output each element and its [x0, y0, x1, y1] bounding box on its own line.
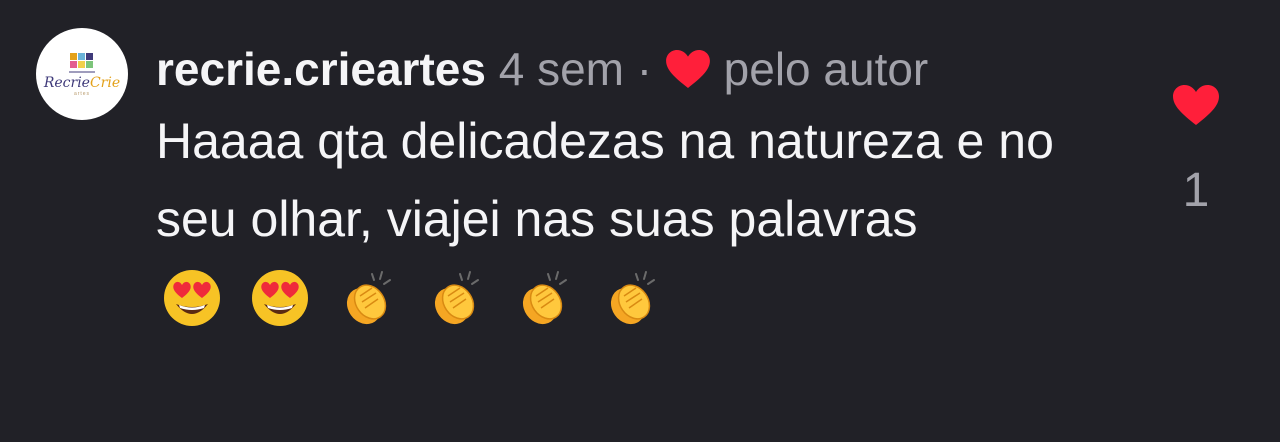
heart-icon [665, 49, 710, 89]
clapping-hands-emoji [522, 271, 567, 325]
liked-by-author-label: pelo autor [723, 43, 929, 95]
clapping-hands-emoji [434, 271, 479, 325]
avatar-logo-subtext: artes [73, 90, 91, 97]
clapping-hands-emoji [610, 271, 655, 325]
comment-text-content: Haaaa qta delicadezas na natureza e no s… [156, 113, 1054, 247]
separator-dot: · [636, 43, 653, 95]
like-count[interactable]: 1 [1166, 166, 1226, 216]
like-column: 1 [1166, 84, 1226, 216]
comment-header: recrie.crieartes 4 sem · pelo autor [156, 36, 986, 102]
comment-timestamp: 4 sem [498, 43, 624, 95]
comment-item: RecrieCrie artes recrie.crieartes 4 sem … [0, 0, 1280, 442]
heart-eyes-emoji [251, 270, 308, 326]
emoji-group [162, 268, 676, 350]
logo-mark-icon [69, 52, 95, 72]
avatar-logo-text: RecrieCrie [43, 74, 121, 91]
comment-text: Haaaa qta delicadezas na natureza e no s… [156, 102, 1116, 350]
avatar[interactable]: RecrieCrie artes [36, 28, 128, 120]
heart-eyes-emoji [164, 270, 220, 326]
clapping-hands-emoji [346, 271, 391, 325]
like-heart-icon[interactable] [1172, 84, 1220, 126]
username-link[interactable]: recrie.crieartes [156, 43, 486, 95]
comment-body: recrie.crieartes 4 sem · pelo autor Haaa… [156, 36, 1116, 350]
